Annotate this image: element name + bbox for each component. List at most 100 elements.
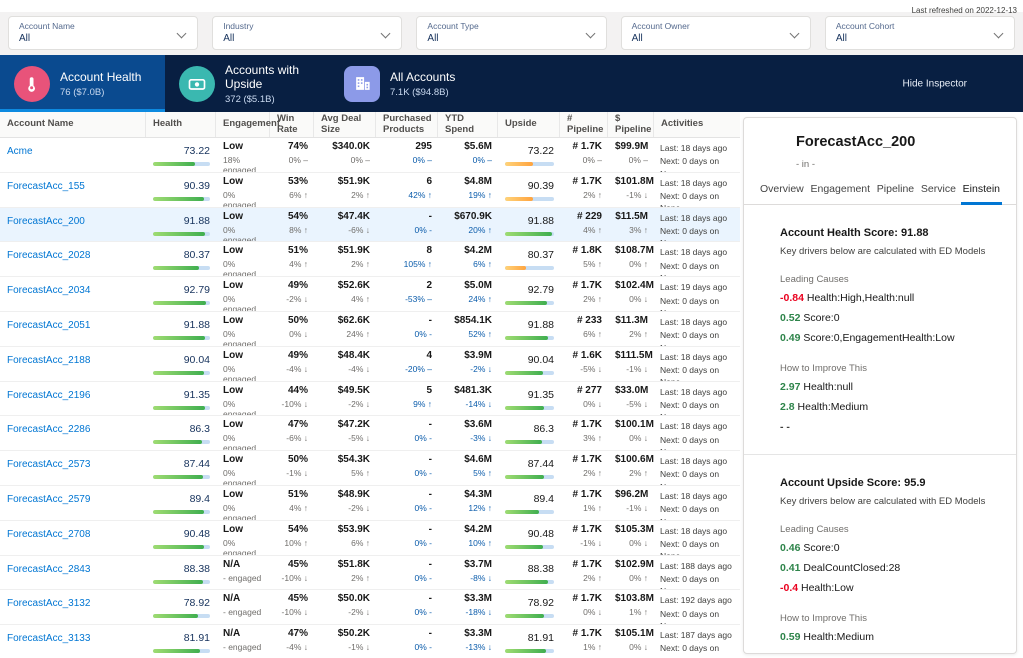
table-row[interactable]: ForecastAcc_3132 78.92 N/A - engaged 45%… xyxy=(0,590,740,625)
column-header-upside[interactable]: Upside xyxy=(498,112,560,137)
account-name-link[interactable]: Acme xyxy=(7,146,33,157)
account-name-link[interactable]: ForecastAcc_2196 xyxy=(7,390,90,401)
column-header-win-rate[interactable]: Win Rate xyxy=(270,112,314,137)
column-header-health[interactable]: Health xyxy=(146,112,216,137)
table-row[interactable]: ForecastAcc_2034 92.79 Low 0% engaged 49… xyxy=(0,277,740,312)
filter-dropdown-industry[interactable]: Industry All xyxy=(212,16,402,50)
column-header--pipeline[interactable]: $ Pipeline xyxy=(608,112,654,137)
pipeline-amount-delta: 2% ↑ xyxy=(615,468,648,478)
upside-score: 89.4 xyxy=(534,493,554,505)
table-row[interactable]: ForecastAcc_2843 88.38 N/A - engaged 45%… xyxy=(0,556,740,591)
account-name-link[interactable]: ForecastAcc_2286 xyxy=(7,424,90,435)
table-row[interactable]: ForecastAcc_2051 91.88 Low 0% engaged 50… xyxy=(0,312,740,347)
pipeline-amount-delta: 0% ↓ xyxy=(615,538,648,548)
win-rate-delta: -4% ↓ xyxy=(277,364,308,374)
tab-engagement[interactable]: Engagement xyxy=(809,183,873,204)
top-strip: Last refreshed on 2022-12-13 xyxy=(0,0,1023,12)
column-header--pipeline[interactable]: # Pipeline xyxy=(560,112,608,137)
account-name-link[interactable]: ForecastAcc_2028 xyxy=(7,250,90,261)
column-header-avg-deal-size[interactable]: Avg Deal Size xyxy=(314,112,376,137)
account-name-link[interactable]: ForecastAcc_2188 xyxy=(7,355,90,366)
tab-einstein[interactable]: Einstein xyxy=(961,183,1002,205)
pipeline-count-value: # 1.7K xyxy=(567,524,602,535)
upside-bar xyxy=(505,475,554,479)
pipeline-count-value: # 1.8K xyxy=(567,245,602,256)
table-row[interactable]: ForecastAcc_2188 90.04 Low 0% engaged 49… xyxy=(0,347,740,382)
kpi-card-all-accounts[interactable]: All Accounts 7.1K ($94.8B) xyxy=(330,55,495,112)
ytd-spend-delta: 24% ↑ xyxy=(445,294,492,304)
kpi-card-accounts-with-upside[interactable]: Accounts with Upside 372 ($5.1B) xyxy=(165,55,330,112)
leading-cause-item: -0.4 Health:Low xyxy=(780,581,996,595)
pipeline-amount-delta: 1% ↑ xyxy=(615,607,648,617)
health-score: 78.92 xyxy=(184,597,210,609)
activity-next: Next: 0 days on None xyxy=(660,155,736,171)
table-row[interactable]: ForecastAcc_2573 87.44 Low 0% engaged 50… xyxy=(0,451,740,486)
hide-inspector-button[interactable]: Hide Inspector xyxy=(903,78,967,89)
activity-last: Last: 18 days ago xyxy=(660,386,736,398)
tab-overview[interactable]: Overview xyxy=(758,183,806,204)
table-row[interactable]: ForecastAcc_2708 90.48 Low 0% engaged 54… xyxy=(0,521,740,556)
column-header-activities[interactable]: Activities xyxy=(654,112,740,137)
column-header-account-name[interactable]: Account Name xyxy=(0,112,146,137)
activity-next: Next: 0 days on None xyxy=(660,260,736,276)
column-header-engagement[interactable]: Engagement xyxy=(216,112,270,137)
table-row[interactable]: ForecastAcc_2196 91.35 Low 0% engaged 44… xyxy=(0,382,740,417)
account-name-link[interactable]: ForecastAcc_2708 xyxy=(7,529,90,540)
inspector-subtitle: - in - xyxy=(796,159,1016,170)
upside-score: 78.92 xyxy=(528,597,554,609)
engagement-level: Low xyxy=(223,454,266,465)
ytd-spend-delta: -3% ↓ xyxy=(445,433,492,443)
account-name-link[interactable]: ForecastAcc_200 xyxy=(7,216,85,227)
engagement-sub: 0% engaged xyxy=(223,433,266,450)
kpi-card-account-health[interactable]: Account Health 76 ($7.0B) xyxy=(0,55,165,112)
account-name-link[interactable]: ForecastAcc_3133 xyxy=(7,633,90,644)
upside-score: 91.88 xyxy=(528,319,554,331)
table-row[interactable]: Acme 73.22 Low 18% engaged 74% 0% – $340… xyxy=(0,138,740,173)
activity-next: Next: 0 days on None xyxy=(660,364,736,380)
account-name-link[interactable]: ForecastAcc_2051 xyxy=(7,320,90,331)
account-name-link[interactable]: ForecastAcc_2034 xyxy=(7,285,90,296)
column-header-ytd-spend[interactable]: YTD Spend xyxy=(438,112,498,137)
account-name-link[interactable]: ForecastAcc_2573 xyxy=(7,459,90,470)
engagement-sub: - engaged xyxy=(223,642,266,652)
filter-dropdown-account-cohort[interactable]: Account Cohort All xyxy=(825,16,1015,50)
account-name-link[interactable]: ForecastAcc_155 xyxy=(7,181,85,192)
account-name-link[interactable]: ForecastAcc_3132 xyxy=(7,598,90,609)
filter-dropdown-account-name[interactable]: Account Name All xyxy=(8,16,198,50)
avg-deal-delta: 5% ↑ xyxy=(321,468,370,478)
engagement-sub: 0% engaged xyxy=(223,468,266,485)
table-row[interactable]: ForecastAcc_200 91.88 Low 0% engaged 54%… xyxy=(0,208,740,243)
account-name-link[interactable]: ForecastAcc_2843 xyxy=(7,564,90,575)
table-row[interactable]: ForecastAcc_3133 81.91 N/A - engaged 47%… xyxy=(0,625,740,658)
tab-pipeline[interactable]: Pipeline xyxy=(875,183,916,204)
filter-dropdown-account-owner[interactable]: Account Owner All xyxy=(621,16,811,50)
pipeline-amount-value: $108.7M xyxy=(615,245,648,256)
table-row[interactable]: ForecastAcc_2028 80.37 Low 0% engaged 51… xyxy=(0,242,740,277)
avg-deal-delta: -2% ↓ xyxy=(321,503,370,513)
win-rate-delta: 10% ↑ xyxy=(277,538,308,548)
ytd-spend-delta: 0% – xyxy=(445,155,492,165)
table-row[interactable]: ForecastAcc_2579 89.4 Low 0% engaged 51%… xyxy=(0,486,740,521)
win-rate-value: 51% xyxy=(277,489,308,500)
pipeline-amount-delta: -5% ↓ xyxy=(615,399,648,409)
pipeline-count-delta: 5% ↑ xyxy=(567,259,602,269)
filter-dropdown-account-type[interactable]: Account Type All xyxy=(416,16,606,50)
driver-value: -0.4 xyxy=(780,582,798,594)
ytd-spend-value: $854.1K xyxy=(445,315,492,326)
kpi-title: All Accounts xyxy=(390,70,455,84)
avg-deal-value: $51.8K xyxy=(321,559,370,570)
upside-bar xyxy=(505,440,554,444)
pipeline-count-value: # 229 xyxy=(567,211,602,222)
filter-value: All xyxy=(632,33,800,44)
pipeline-amount-value: $100.6M xyxy=(615,454,648,465)
account-name-link[interactable]: ForecastAcc_2579 xyxy=(7,494,90,505)
column-header-purchased-products[interactable]: Purchased Products xyxy=(376,112,438,137)
table-row[interactable]: ForecastAcc_2286 86.3 Low 0% engaged 47%… xyxy=(0,416,740,451)
tab-service[interactable]: Service xyxy=(919,183,958,204)
pipeline-count-value: # 233 xyxy=(567,315,602,326)
pipeline-count-delta: 0% ↓ xyxy=(567,399,602,409)
upside-bar xyxy=(505,614,554,618)
table-row[interactable]: ForecastAcc_155 90.39 Low 0% engaged 53%… xyxy=(0,173,740,208)
engagement-sub: 0% engaged xyxy=(223,329,266,346)
ytd-spend-delta: 5% ↑ xyxy=(445,468,492,478)
